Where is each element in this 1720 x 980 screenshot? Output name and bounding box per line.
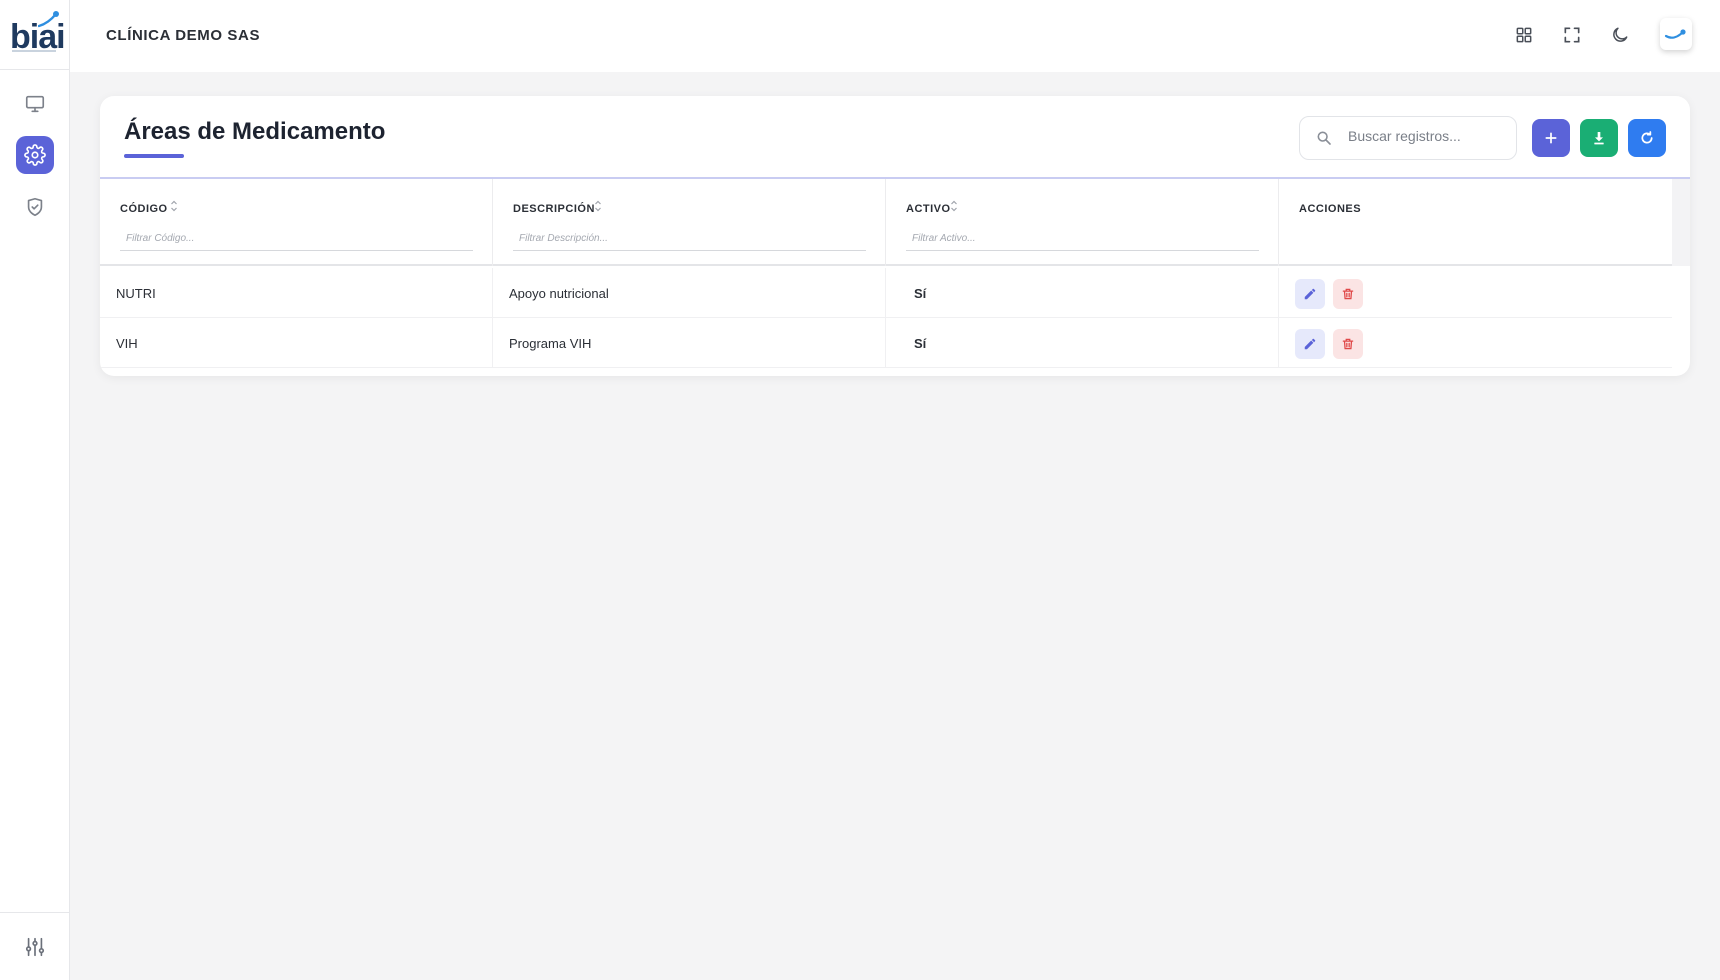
trash-icon	[1342, 288, 1354, 300]
cell-text: VIH	[116, 336, 138, 351]
column-header-acciones: ACCIONES	[1279, 179, 1672, 266]
sort-icon[interactable]	[950, 199, 958, 213]
gear-icon	[24, 144, 46, 166]
moon-icon	[1613, 27, 1628, 42]
plus-icon	[1545, 132, 1557, 144]
cell-activo: Sí	[886, 268, 1279, 318]
cell-acciones	[1279, 318, 1672, 368]
sidebar-item-settings[interactable]	[16, 136, 54, 174]
cell-activo: Sí	[886, 318, 1279, 368]
delete-button[interactable]	[1333, 279, 1363, 309]
table-row[interactable]: VIH Programa VIH Sí	[100, 318, 1672, 368]
topbar: CLÍNICA DEMO SAS	[70, 0, 1720, 72]
apps-button[interactable]	[1511, 22, 1537, 48]
column-header-codigo[interactable]: CÓDIGO	[100, 179, 493, 266]
logo-swoosh-icon	[38, 11, 59, 28]
search-icon	[1317, 131, 1331, 145]
scrollbar-track[interactable]	[1672, 179, 1690, 266]
areas-card: Áreas de Medicamento CÓDIGO	[100, 96, 1690, 376]
edit-button[interactable]	[1295, 329, 1325, 359]
company-name: CLÍNICA DEMO SAS	[106, 27, 261, 44]
grid-icon	[1516, 27, 1532, 43]
logo-tagline	[12, 50, 56, 52]
table-header: CÓDIGO DESCRIPCIÓN ACTIVO ACCIONES	[100, 179, 1672, 266]
cell-text: NUTRI	[116, 286, 156, 301]
cell-text: Apoyo nutricional	[509, 286, 609, 301]
export-button[interactable]	[1580, 119, 1618, 157]
title-underline	[124, 154, 184, 158]
cell-codigo: VIH	[100, 318, 493, 368]
refresh-button[interactable]	[1628, 119, 1666, 157]
sidebar-item-dashboard[interactable]	[16, 85, 54, 123]
filter-descripcion-input[interactable]	[513, 227, 866, 251]
sidebar-item-security[interactable]	[16, 188, 54, 226]
sliders-icon	[25, 937, 45, 956]
column-label: ACTIVO	[906, 203, 951, 215]
column-label: CÓDIGO	[120, 203, 168, 215]
avatar[interactable]	[1660, 18, 1692, 50]
table-row[interactable]: NUTRI Apoyo nutricional Sí	[100, 268, 1672, 318]
download-icon	[1594, 132, 1604, 145]
search-input[interactable]	[1348, 128, 1508, 144]
add-button[interactable]	[1532, 119, 1570, 157]
fullscreen-button[interactable]	[1559, 22, 1585, 48]
cell-acciones	[1279, 268, 1672, 318]
edit-button[interactable]	[1295, 279, 1325, 309]
pencil-icon	[1304, 338, 1316, 350]
sort-icon[interactable]	[170, 199, 178, 213]
search-box[interactable]	[1299, 116, 1517, 160]
cell-descripcion: Programa VIH	[493, 318, 886, 368]
monitor-icon	[25, 95, 45, 113]
refresh-icon	[1641, 131, 1653, 144]
filter-activo-input[interactable]	[906, 227, 1259, 251]
cell-text: Sí	[914, 286, 927, 301]
cell-codigo: NUTRI	[100, 268, 493, 318]
sidebar-settings-panel[interactable]	[0, 912, 70, 980]
filter-codigo-input[interactable]	[120, 227, 473, 251]
trash-icon	[1342, 338, 1354, 350]
delete-button[interactable]	[1333, 329, 1363, 359]
column-label: DESCRIPCIÓN	[513, 203, 595, 215]
sidebar: biai	[0, 0, 70, 980]
cell-descripcion: Apoyo nutricional	[493, 268, 886, 318]
cell-text: Sí	[914, 336, 927, 351]
column-header-descripcion[interactable]: DESCRIPCIÓN	[493, 179, 886, 266]
page-title: Áreas de Medicamento	[124, 118, 386, 145]
column-label: ACCIONES	[1299, 203, 1362, 215]
cell-text: Programa VIH	[509, 336, 592, 351]
theme-toggle-button[interactable]	[1607, 22, 1633, 48]
pencil-icon	[1304, 288, 1316, 300]
shield-check-icon	[27, 197, 43, 217]
column-header-activo[interactable]: ACTIVO	[886, 179, 1279, 266]
fullscreen-icon	[1564, 27, 1580, 43]
sort-icon[interactable]	[594, 199, 602, 213]
logo[interactable]: biai	[0, 0, 69, 70]
avatar-logo-icon	[1664, 29, 1686, 39]
